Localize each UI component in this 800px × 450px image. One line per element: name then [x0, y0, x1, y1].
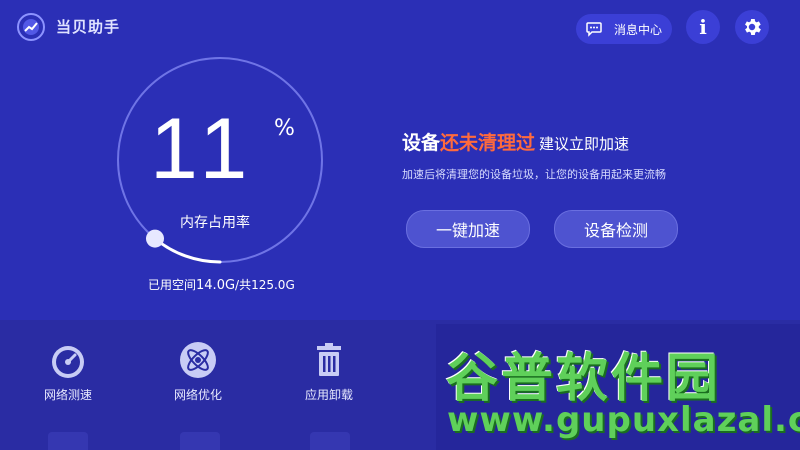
- tool-app-uninstall[interactable]: 应用卸载: [281, 340, 377, 403]
- tool-label: 网络测速: [43, 388, 92, 402]
- watermark-url: www.gupuxlazal.com: [447, 400, 800, 440]
- clean-description: 加速后将清理您的设备垃圾，让您的设备用起来更流畅: [402, 168, 666, 181]
- gauge-progress-arc: [153, 237, 222, 264]
- memory-percent-unit: %: [274, 116, 295, 141]
- clean-status-headline: 设备还未清理过 建议立即加速: [402, 128, 629, 155]
- trash-icon: [317, 343, 341, 376]
- info-button[interactable]: i: [686, 10, 720, 44]
- device-check-button[interactable]: 设备检测: [554, 210, 678, 248]
- gear-icon: [745, 19, 761, 35]
- info-icon: i: [699, 15, 707, 39]
- tool-row2-item[interactable]: [48, 432, 88, 450]
- tool-network-optimize[interactable]: 网络优化: [150, 340, 246, 403]
- tool-row2-item[interactable]: [310, 432, 350, 450]
- headline-suffix: 建议立即加速: [539, 135, 630, 153]
- message-center-button[interactable]: 消息中心: [576, 14, 672, 44]
- storage-used-value: 14.0G: [196, 278, 236, 293]
- app-title: 当贝助手: [56, 18, 121, 36]
- atom-icon: [180, 342, 216, 378]
- storage-used-prefix: 已用空间: [148, 278, 197, 292]
- app-logo-icon: [17, 13, 45, 41]
- message-center-label: 消息中心: [614, 22, 663, 37]
- tool-label: 网络优化: [173, 388, 222, 402]
- tool-label: 应用卸载: [304, 388, 353, 402]
- storage-usage: 已用空间14.0G/共125.0G: [148, 276, 295, 293]
- tool-row2-item[interactable]: [180, 432, 220, 450]
- app-window: 当贝助手 消息中心 i 11 % 内存占用率 已用空间14.0G/共125.0G…: [0, 0, 800, 450]
- chat-bubble-icon: [586, 22, 602, 37]
- memory-usage-label: 内存占用率: [180, 215, 250, 231]
- headline-prefix: 设备: [402, 132, 441, 154]
- storage-total: /共125.0G: [235, 278, 295, 292]
- speedometer-icon: [52, 346, 84, 378]
- gauge-knob: [146, 229, 164, 248]
- headline-highlight: 还未清理过: [440, 132, 536, 154]
- settings-button[interactable]: [735, 10, 769, 44]
- one-click-boost-button[interactable]: 一键加速: [406, 210, 530, 248]
- tool-speed-test[interactable]: 网络测速: [20, 340, 116, 403]
- memory-percent-value: 11: [150, 101, 256, 197]
